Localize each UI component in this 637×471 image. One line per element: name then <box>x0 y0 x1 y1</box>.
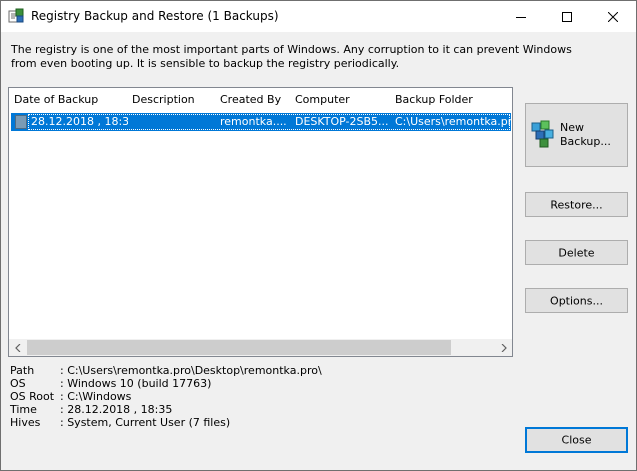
scroll-right-button[interactable] <box>495 339 512 356</box>
new-backup-label: New Backup... <box>560 121 611 148</box>
detail-value: : C:\Windows <box>60 390 132 403</box>
detail-key: Time <box>10 403 37 416</box>
registry-backup-window: Registry Backup and Restore (1 Backups) … <box>0 0 637 471</box>
column-header-created-by[interactable]: Created By <box>215 88 291 112</box>
column-header-computer[interactable]: Computer <box>290 88 391 112</box>
registry-app-icon <box>8 8 24 23</box>
column-header-date[interactable]: Date of Backup <box>9 88 128 112</box>
detail-value: : 28.12.2018 , 18:35 <box>60 403 173 416</box>
detail-key: Path <box>10 364 35 377</box>
restore-label: Restore... <box>550 198 603 211</box>
close-label: Close <box>561 433 592 447</box>
minimize-icon <box>516 16 526 18</box>
detail-key: Hives <box>10 416 41 429</box>
maximize-button[interactable] <box>544 1 590 32</box>
scroll-thumb[interactable] <box>27 340 451 355</box>
cell-computer: DESKTOP-2SB5... <box>295 115 389 128</box>
intro-text: The registry is one of the most importan… <box>11 43 572 70</box>
backup-list[interactable]: Date of Backup Description Created By Co… <box>8 87 513 357</box>
detail-value: : System, Current User (7 files) <box>60 416 231 429</box>
close-window-button[interactable] <box>590 1 636 32</box>
column-header-backup-folder[interactable]: Backup Folder <box>390 88 512 112</box>
cell-backup-folder: C:\Users\remontka.pro\ <box>395 115 511 128</box>
list-header: Date of Backup Description Created By Co… <box>9 88 512 112</box>
new-backup-button[interactable]: New Backup... <box>525 103 628 167</box>
close-icon <box>608 11 618 22</box>
column-header-description[interactable]: Description <box>127 88 216 112</box>
delete-label: Delete <box>558 246 595 259</box>
registry-cubes-icon <box>531 120 554 148</box>
title-bar[interactable]: Registry Backup and Restore (1 Backups) <box>1 1 636 32</box>
scroll-left-button[interactable] <box>9 339 26 356</box>
detail-value: : C:\Users\remontka.pro\Desktop\remontka… <box>60 364 322 377</box>
maximize-icon <box>562 11 572 22</box>
detail-key: OS <box>10 377 26 390</box>
close-button[interactable]: Close <box>525 427 628 453</box>
options-button[interactable]: Options... <box>525 288 628 313</box>
cell-created-by: remontka.... <box>220 115 287 128</box>
detail-key: OS Root <box>10 390 55 403</box>
minimize-button[interactable] <box>498 1 544 32</box>
horizontal-scrollbar[interactable] <box>9 339 512 356</box>
options-label: Options... <box>550 294 603 307</box>
cell-date: 28.12.2018 , 18:35 <box>31 115 128 128</box>
delete-button[interactable]: Delete <box>525 240 628 265</box>
chevron-left-icon <box>14 343 20 352</box>
restore-button[interactable]: Restore... <box>525 192 628 217</box>
window-title: Registry Backup and Restore (1 Backups) <box>31 9 279 23</box>
table-row[interactable]: 28.12.2018 , 18:35 remontka.... DESKTOP-… <box>11 113 511 131</box>
cell-description <box>127 113 216 131</box>
chevron-right-icon <box>501 343 507 352</box>
detail-value: : Windows 10 (build 17763) <box>60 377 212 390</box>
